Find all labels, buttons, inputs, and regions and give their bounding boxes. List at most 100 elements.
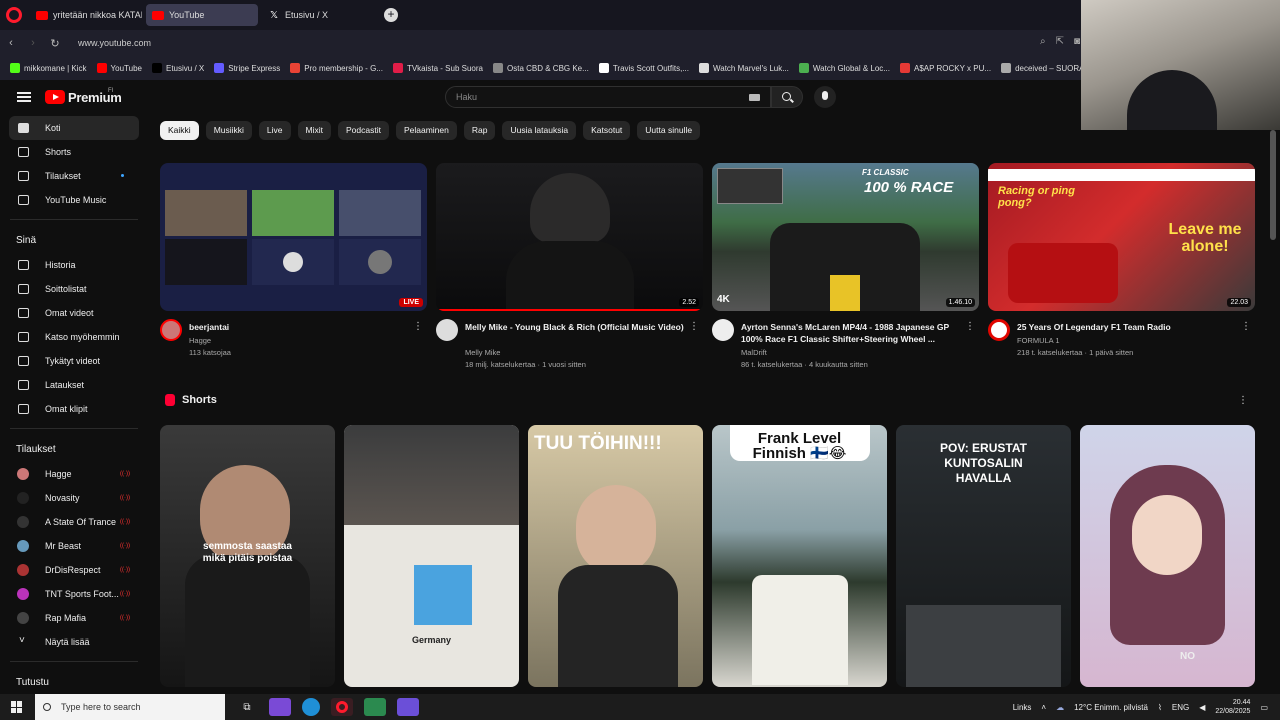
filter-chip[interactable]: Live xyxy=(258,121,291,140)
short-item[interactable]: TUU TÖIHIN!!! xyxy=(528,425,703,687)
menu-icon[interactable] xyxy=(17,92,31,102)
filter-chip[interactable]: Katsotut xyxy=(583,121,631,140)
sidebar-item[interactable]: Soittolistat xyxy=(0,277,148,301)
short-item[interactable]: Germany xyxy=(344,425,519,687)
bookmark-item[interactable]: Pro membership - G... xyxy=(290,63,383,73)
channel-name[interactable]: FORMULA 1 xyxy=(1017,336,1060,345)
video-card[interactable]: LIVE beerjantai Hagge 113 katsojaa ⋮ xyxy=(160,163,427,378)
more-options-icon[interactable]: ⋮ xyxy=(1241,321,1251,332)
video-thumbnail[interactable]: 2.52 xyxy=(436,163,703,311)
youtube-logo-icon[interactable] xyxy=(45,90,65,104)
edge-icon[interactable] xyxy=(302,698,320,716)
video-title[interactable]: 25 Years Of Legendary F1 Team Radio xyxy=(1017,321,1239,333)
sidebar-item[interactable]: YouTube Music xyxy=(0,188,148,212)
channel-avatar[interactable] xyxy=(712,319,734,341)
copilot-icon[interactable] xyxy=(269,698,291,716)
sidebar-item[interactable]: TNT Sports Foot... ((·)) xyxy=(0,582,148,606)
filter-chip[interactable]: Mixit xyxy=(297,121,331,140)
weather-text[interactable]: 12°C Enimm. pilvistä xyxy=(1074,703,1148,712)
filter-chip[interactable]: Podcastit xyxy=(338,121,389,140)
video-thumbnail[interactable]: LIVE xyxy=(160,163,427,311)
filter-chip[interactable]: Rap xyxy=(463,121,496,140)
search-input[interactable]: Haku xyxy=(445,86,771,108)
short-item[interactable]: Frank Level Finnish 🇫🇮😂 xyxy=(712,425,887,687)
video-card[interactable]: 2.52 Melly Mike - Young Black & Rich (Of… xyxy=(436,163,703,378)
task-view-icon[interactable]: ⧉ xyxy=(236,698,258,716)
sidebar-item[interactable]: A State Of Trance ((·)) xyxy=(0,510,148,534)
url-field[interactable]: www.youtube.com xyxy=(78,38,151,48)
youtube-brand[interactable]: Premium xyxy=(68,90,122,105)
video-thumbnail[interactable]: F1 CLASSIC 100 % RACE 4K 1.46.10 xyxy=(712,163,979,311)
bookmark-item[interactable]: Etusivu / X xyxy=(151,63,204,73)
sidebar-item[interactable]: Lataukset xyxy=(0,373,148,397)
browser-tab[interactable]: yritetään nikkoa KATANA m xyxy=(30,4,142,26)
sidebar-item[interactable]: Omat videot xyxy=(0,301,148,325)
language-indicator[interactable]: ENG xyxy=(1172,703,1189,712)
keyboard-icon[interactable] xyxy=(749,94,760,101)
sidebar-item[interactable]: Rap Mafia ((·)) xyxy=(0,606,148,630)
browser-tab[interactable]: 𝕏 Etusivu / X xyxy=(262,4,374,26)
video-title[interactable]: beerjantai xyxy=(189,321,411,333)
bookmark-item[interactable]: YouTube xyxy=(96,63,142,73)
sidebar-item[interactable]: Tykätyt videot xyxy=(0,349,148,373)
share-icon[interactable]: ⇱ xyxy=(1056,36,1064,47)
short-item[interactable]: NO xyxy=(1080,425,1255,687)
filter-chip[interactable]: Uusia latauksia xyxy=(502,121,577,140)
video-thumbnail[interactable]: Racing or ping pong? Leave me alone! 22.… xyxy=(988,163,1255,311)
video-card[interactable]: F1 CLASSIC 100 % RACE 4K 1.46.10 Ayrton … xyxy=(712,163,979,378)
sidebar-item[interactable]: Shorts xyxy=(0,140,148,164)
bookmark-item[interactable]: A$AP ROCKY x PU... xyxy=(899,63,991,73)
sidebar-item[interactable]: DrDisRespect ((·)) xyxy=(0,558,148,582)
sidebar-section-explore[interactable]: Tutustu xyxy=(0,669,148,690)
back-icon[interactable]: ‹ xyxy=(0,37,22,49)
reload-icon[interactable]: ↻ xyxy=(44,37,66,50)
page-scrollbar[interactable] xyxy=(1270,130,1276,240)
video-card[interactable]: Racing or ping pong? Leave me alone! 22.… xyxy=(988,163,1255,378)
sidebar-item[interactable]: Novasity ((·)) xyxy=(0,486,148,510)
video-title[interactable]: Ayrton Senna's McLaren MP4/4 - 1988 Japa… xyxy=(741,321,963,345)
filter-chip[interactable]: Musiikki xyxy=(205,121,252,140)
search-icon[interactable]: ⌕ xyxy=(1040,36,1046,47)
more-options-icon[interactable]: ⋮ xyxy=(965,321,975,332)
volume-icon[interactable]: ◀ xyxy=(1199,703,1205,712)
taskbar-search-input[interactable]: Type here to search xyxy=(35,694,225,720)
sidebar-item[interactable]: Historia xyxy=(0,253,148,277)
search-button[interactable] xyxy=(771,86,803,108)
filter-chip[interactable]: Pelaaminen xyxy=(395,121,457,140)
chevron-up-icon[interactable]: ˄ xyxy=(1041,703,1046,712)
channel-avatar[interactable] xyxy=(988,319,1010,341)
bookmark-item[interactable]: Watch Marvel's Luk... xyxy=(698,63,789,73)
more-options-icon[interactable]: ⋮ xyxy=(689,321,699,332)
video-title[interactable]: Melly Mike - Young Black & Rich (Officia… xyxy=(465,321,687,333)
short-item[interactable]: semmosta saastaa mikä pitäis poistaa xyxy=(160,425,335,687)
channel-avatar[interactable] xyxy=(436,319,458,341)
sidebar-section-subscriptions[interactable]: Tilaukset xyxy=(0,436,148,462)
bookmark-item[interactable]: TVkaista - Sub Suora xyxy=(392,63,483,73)
channel-name[interactable]: MalDrift xyxy=(741,348,767,357)
more-options-icon[interactable]: ⋮ xyxy=(1238,395,1248,406)
short-item[interactable]: POV: ERUSTAT KUNTOSALIN HAVALLA xyxy=(896,425,1071,687)
sidebar-item[interactable]: Omat klipit xyxy=(0,397,148,421)
browser-tab-active[interactable]: YouTube xyxy=(146,4,258,26)
sidebar-item[interactable]: Tilaukset xyxy=(0,164,148,188)
links-toolbar[interactable]: Links xyxy=(1013,703,1032,712)
discord-icon[interactable] xyxy=(397,698,419,716)
forward-icon[interactable]: › xyxy=(22,37,44,49)
show-more-button[interactable]: ˅ Näytä lisää xyxy=(0,630,148,654)
sidebar-item[interactable]: Koti xyxy=(9,116,139,140)
channel-avatar[interactable] xyxy=(160,319,182,341)
opera-logo-icon[interactable] xyxy=(6,7,22,23)
filter-chip[interactable]: Kaikki xyxy=(160,121,199,140)
network-icon[interactable]: ⌇ xyxy=(1158,703,1162,712)
filter-chip[interactable]: Uutta sinulle xyxy=(637,121,701,140)
notifications-icon[interactable]: ▭ xyxy=(1260,703,1268,712)
bookmark-item[interactable]: Stripe Express xyxy=(214,63,280,73)
bookmark-item[interactable]: Travis Scott Outfits,... xyxy=(598,63,689,73)
channel-name[interactable]: Melly Mike xyxy=(465,348,500,357)
sidebar-item[interactable]: Katso myöhemmin xyxy=(0,325,148,349)
windows-start-icon[interactable] xyxy=(11,701,23,713)
bookmark-item[interactable]: Watch Global & Loc... xyxy=(798,63,890,73)
voice-search-button[interactable] xyxy=(814,86,836,108)
camera-icon[interactable]: ◙ xyxy=(1074,36,1080,47)
app-icon[interactable] xyxy=(364,698,386,716)
